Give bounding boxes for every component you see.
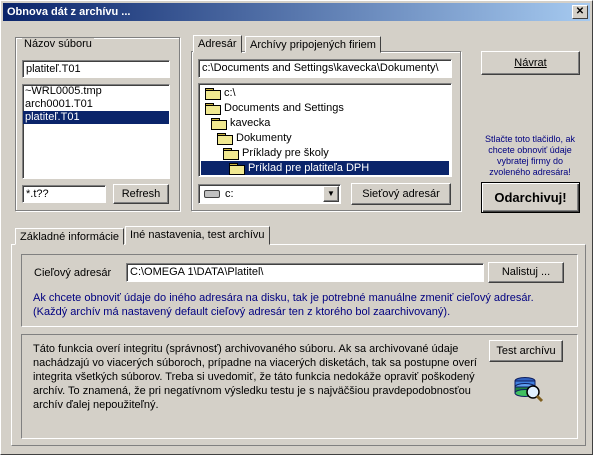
tab-directory[interactable]: Adresár xyxy=(193,35,242,53)
file-list-item-selected[interactable]: platiteľ.T01 xyxy=(23,111,169,124)
target-directory-note: Ak chcete obnoviť údaje do iného adresár… xyxy=(33,292,534,318)
unarchive-button[interactable]: Odarchivuj! xyxy=(481,182,580,213)
directory-path-input[interactable]: c:\Documents and Settings\kavecka\Dokume… xyxy=(198,59,452,78)
tab-other-settings[interactable]: Iné nastavenia, test archívu xyxy=(125,226,270,245)
unarchive-hint: Stlačte toto tlačidlo, ak chcete obnoviť… xyxy=(484,134,576,177)
tree-item[interactable]: Príklady pre školy xyxy=(223,146,329,160)
folder-open-icon xyxy=(229,162,245,175)
folder-open-icon xyxy=(211,117,227,130)
back-button[interactable]: Návrat xyxy=(481,51,580,75)
test-archive-button[interactable]: Test archívu xyxy=(489,340,563,362)
tree-item[interactable]: Documents and Settings xyxy=(205,101,344,115)
restore-dialog: Obnova dát z archívu ... ✕ Názov súboru … xyxy=(0,0,593,455)
tree-item[interactable]: c:\ xyxy=(205,86,236,100)
refresh-button[interactable]: Refresh xyxy=(113,184,169,204)
target-directory-label: Cieľový adresár xyxy=(34,267,112,279)
tree-item[interactable]: Dokumenty xyxy=(217,131,292,145)
tab-connected-archives[interactable]: Archívy pripojených firiem xyxy=(245,36,381,53)
file-name-input[interactable]: platiteľ.T01 xyxy=(22,60,170,78)
file-list[interactable]: ~WRL0005.tmp arch0001.T01 platiteľ.T01 xyxy=(22,84,170,179)
tab-basic-info[interactable]: Základné informácie xyxy=(15,228,125,245)
test-archive-description: Táto funkcia overí integritu (správnosť)… xyxy=(33,343,477,411)
tree-item-selected[interactable]: Príklad pre platiteľa DPH xyxy=(201,161,449,175)
network-directory-button[interactable]: Sieťový adresár xyxy=(351,183,451,205)
directory-tree[interactable]: c:\ Documents and Settings kavecka Dokum… xyxy=(198,83,452,177)
archive-test-icon xyxy=(511,373,545,403)
file-list-item[interactable]: ~WRL0005.tmp xyxy=(23,85,169,98)
drive-value: c: xyxy=(225,188,234,200)
folder-open-icon xyxy=(217,132,233,145)
file-list-item[interactable]: arch0001.T01 xyxy=(23,98,169,111)
browse-button[interactable]: Nalistuj ... xyxy=(488,262,564,283)
chevron-down-icon[interactable]: ▼ xyxy=(323,186,339,202)
drive-icon xyxy=(204,190,220,198)
drive-select[interactable]: c: ▼ xyxy=(198,184,341,204)
close-icon[interactable]: ✕ xyxy=(572,5,588,19)
window-title: Obnova dát z archívu ... xyxy=(7,6,131,18)
target-directory-input[interactable]: C:\OMEGA 1\DATA\Platitel\ xyxy=(126,263,484,282)
folder-open-icon xyxy=(205,102,221,115)
tree-item[interactable]: kavecka xyxy=(211,116,270,130)
folder-open-icon xyxy=(205,87,221,100)
file-name-label: Názov súboru xyxy=(22,38,94,50)
title-bar: Obnova dát z archívu ... ✕ xyxy=(3,3,590,21)
folder-open-icon xyxy=(223,147,239,160)
file-filter-input[interactable]: *.t?? xyxy=(22,185,106,203)
